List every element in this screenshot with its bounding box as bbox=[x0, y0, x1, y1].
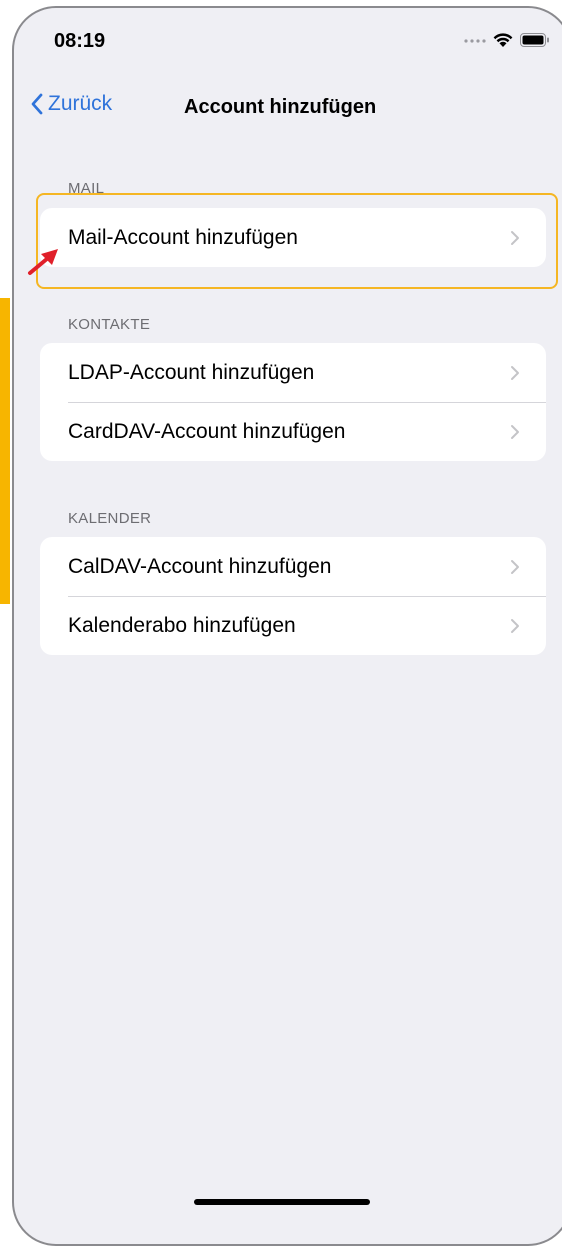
mail-account-row[interactable]: Mail-Account hinzufügen bbox=[40, 208, 546, 267]
mail-group: Mail-Account hinzufügen bbox=[40, 208, 546, 267]
signal-dots-icon bbox=[464, 39, 486, 43]
chevron-right-icon bbox=[511, 424, 519, 439]
status-time: 08:19 bbox=[54, 30, 106, 52]
carddav-account-row[interactable]: CardDAV-Account hinzufügen bbox=[40, 402, 546, 461]
kalender-group: CalDAV-Account hinzufügen Kalenderabo hi… bbox=[40, 537, 546, 655]
back-button[interactable]: Zurück bbox=[30, 92, 112, 116]
chevron-right-icon bbox=[511, 618, 519, 633]
chevron-right-icon bbox=[511, 559, 519, 574]
row-label: Kalenderabo hinzufügen bbox=[68, 613, 296, 637]
home-indicator bbox=[194, 1199, 370, 1205]
chevron-left-icon bbox=[31, 93, 43, 115]
row-label: Mail-Account hinzufügen bbox=[68, 225, 298, 249]
status-bar: 08:19 bbox=[14, 8, 562, 78]
chevron-right-icon bbox=[511, 365, 519, 380]
page-title: Account hinzufügen bbox=[184, 96, 377, 118]
caldav-account-row[interactable]: CalDAV-Account hinzufügen bbox=[40, 537, 546, 596]
battery-icon bbox=[520, 33, 549, 47]
status-icons bbox=[464, 32, 550, 48]
section-header-kontakte: KONTAKTE bbox=[68, 316, 151, 333]
kalenderabo-row[interactable]: Kalenderabo hinzufügen bbox=[40, 596, 546, 655]
section-header-mail: MAIL bbox=[68, 180, 105, 197]
left-accent-bar bbox=[0, 298, 10, 604]
row-label: CalDAV-Account hinzufügen bbox=[68, 554, 332, 578]
phone-screen: 08:19 Zurück Account hinzufügen MAIL Mai… bbox=[12, 6, 562, 1246]
chevron-right-icon bbox=[511, 230, 519, 245]
row-label: LDAP-Account hinzufügen bbox=[68, 360, 315, 384]
kontakte-group: LDAP-Account hinzufügen CardDAV-Account … bbox=[40, 343, 546, 461]
wifi-icon bbox=[493, 33, 513, 47]
row-label: CardDAV-Account hinzufügen bbox=[68, 419, 346, 443]
annotation-arrow-icon bbox=[28, 249, 58, 275]
navigation-bar: Zurück Account hinzufügen bbox=[14, 82, 562, 138]
section-header-kalender: KALENDER bbox=[68, 510, 152, 527]
ldap-account-row[interactable]: LDAP-Account hinzufügen bbox=[40, 343, 546, 402]
back-button-label: Zurück bbox=[48, 92, 113, 115]
